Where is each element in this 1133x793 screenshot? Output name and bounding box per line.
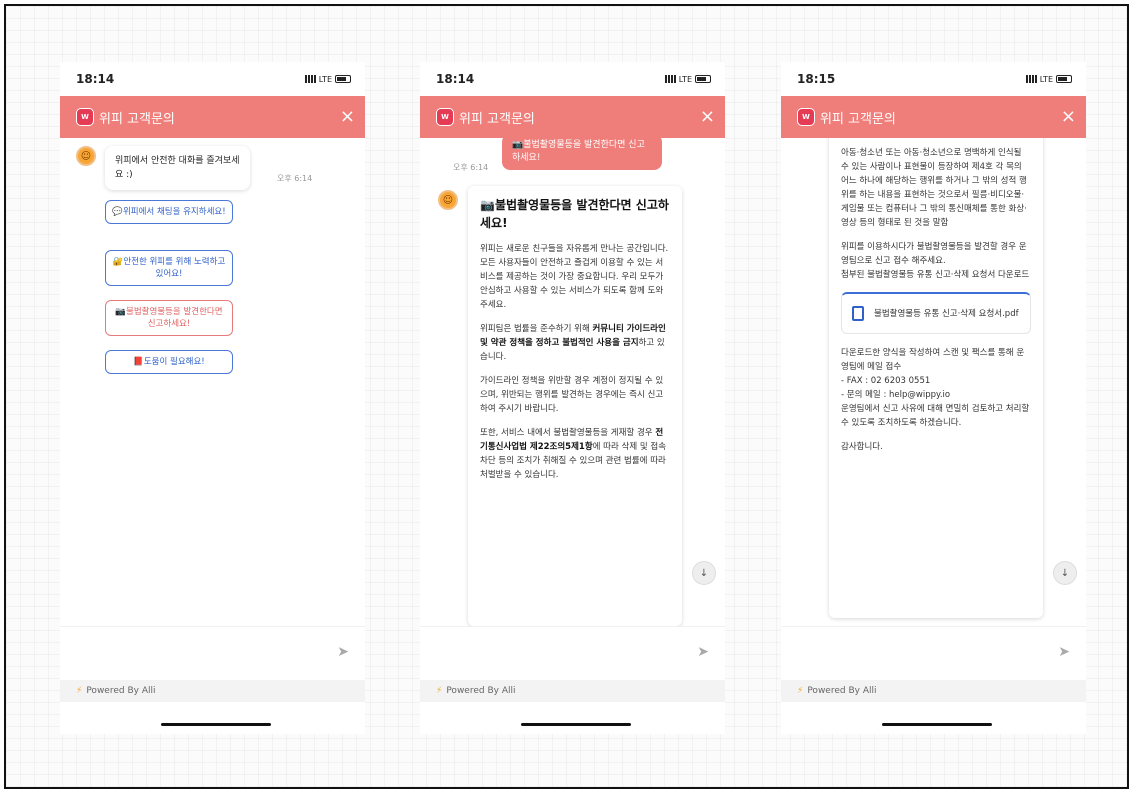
wippy-logo: W — [436, 108, 454, 126]
signal-icon: LTE — [304, 75, 351, 84]
card-paragraph: 가이드라인 정책을 위반할 경우 계정이 정지될 수 있으며, 위반되는 행위를… — [480, 376, 664, 414]
phone-screen-3: 18:15 LTE W 위피 고객문의 × 아동·청소년 또는 아동·청소년으로… — [781, 62, 1086, 734]
chat-header: W 위피 고객문의 × — [60, 96, 365, 138]
chat-title: 위피 고객문의 — [820, 111, 896, 127]
bolt-icon: ⚡ — [436, 686, 443, 696]
chat-title: 위피 고객문의 — [459, 111, 535, 127]
bot-info-card: 아동·청소년 또는 아동·청소년으로 명백하게 인식될 수 있는 사람이나 표현… — [829, 138, 1043, 618]
battery-icon — [335, 75, 351, 83]
chat-header: W 위피 고객문의 × — [420, 96, 725, 138]
mail-line: - 문의 메일 : help@wippy.io — [841, 390, 951, 400]
message-input[interactable]: ➤ — [420, 626, 725, 680]
phone-screen-2: 18:14 LTE W 위피 고객문의 × 📷불법촬영물등을 발견한다면 신고하… — [420, 62, 725, 734]
card-thanks: 감사합니다. — [841, 442, 883, 452]
signal-icon: LTE — [664, 75, 711, 84]
card-paragraph: 또한, 서비스 내에서 불법촬영물등을 게재할 경우 전기통신사업법 제22조의… — [480, 428, 667, 480]
close-icon[interactable]: × — [1061, 108, 1076, 126]
card-paragraph: 운영팀에서 신고 사유에 대해 면밀히 검토하고 처리할 수 있도록 조치하도록… — [841, 404, 1030, 428]
close-icon[interactable]: × — [700, 108, 715, 126]
bolt-icon: ⚡ — [76, 686, 83, 696]
sent-message: 📷불법촬영물등을 발견한다면 신고하세요! — [502, 138, 662, 170]
powered-text: Powered By Alli — [446, 686, 516, 696]
chat-header: W 위피 고객문의 × — [781, 96, 1086, 138]
powered-by: ⚡ Powered By Alli — [60, 680, 365, 702]
file-icon — [852, 306, 864, 321]
card-paragraph: 첨부된 불법촬영물등 유통 신고·삭제 요청서 다운로드 — [841, 270, 1030, 280]
card-paragraph: 위피를 이용하시다가 불법촬영물등을 발견할 경우 운영팀으로 신고 접수 해주… — [841, 242, 1027, 266]
scroll-down-icon[interactable]: ↓ — [1053, 561, 1077, 585]
phone-screen-1: 18:14 LTE W 위피 고객문의 × ☺ 위피에서 안전한 대화를 즐겨보… — [60, 62, 365, 734]
card-title: 📷불법촬영물등을 발견한다면 신고하세요! — [480, 198, 669, 230]
send-icon[interactable]: ➤ — [697, 644, 709, 660]
status-time: 18:14 — [436, 72, 475, 86]
send-icon[interactable]: ➤ — [337, 644, 349, 660]
card-paragraph: 아동·청소년 또는 아동·청소년으로 명백하게 인식될 수 있는 사람이나 표현… — [841, 148, 1027, 228]
bolt-icon: ⚡ — [797, 686, 804, 696]
quick-reply-report[interactable]: 📷불법촬영물등을 발견한다면 신고하세요! — [105, 300, 233, 336]
quick-reply-chat[interactable]: 💬위피에서 채팅을 유지하세요! — [105, 200, 233, 224]
battery-icon — [695, 75, 711, 83]
signal-icon: LTE — [1025, 75, 1072, 84]
status-time: 18:15 — [797, 72, 836, 86]
close-icon[interactable]: × — [340, 108, 355, 126]
message-time: 오후 6:14 — [453, 163, 489, 172]
fax-line: - FAX : 02 6203 0551 — [841, 376, 931, 386]
bot-avatar: ☺ — [76, 146, 96, 166]
bot-info-card: 📷불법촬영물등을 발견한다면 신고하세요! 위피는 새로운 친구들을 자유롭게 … — [468, 186, 682, 626]
file-attachment[interactable]: 불법촬영물등 유통 신고·삭제 요청서.pdf — [841, 292, 1031, 334]
bot-message: 위피에서 안전한 대화를 즐겨보세요 :) — [105, 146, 250, 190]
home-indicator[interactable] — [882, 723, 992, 726]
message-time: 오후 6:14 — [277, 174, 313, 183]
home-indicator[interactable] — [161, 723, 271, 726]
status-bar: 18:14 LTE — [60, 62, 365, 96]
quick-reply-help[interactable]: 📕도움이 필요해요! — [105, 350, 233, 374]
powered-by: ⚡ Powered By Alli — [420, 680, 725, 702]
chat-body[interactable]: 📷불법촬영물등을 발견한다면 신고하세요! 오후 6:14 ☺ 📷불법촬영물등을… — [420, 138, 725, 626]
message-input[interactable]: ➤ — [781, 626, 1086, 680]
bot-avatar: ☺ — [438, 190, 458, 210]
status-time: 18:14 — [76, 72, 115, 86]
status-bar: 18:14 LTE — [420, 62, 725, 96]
quick-reply-safety[interactable]: 🔐안전한 위피를 위해 노력하고 있어요! — [105, 250, 233, 286]
screenshot-frame: 18:14 LTE W 위피 고객문의 × ☺ 위피에서 안전한 대화를 즐겨보… — [4, 4, 1129, 789]
send-icon[interactable]: ➤ — [1058, 644, 1070, 660]
powered-text: Powered By Alli — [86, 686, 156, 696]
chat-body[interactable]: ☺ 위피에서 안전한 대화를 즐겨보세요 :) 오후 6:14 💬위피에서 채팅… — [60, 138, 365, 626]
battery-icon — [1056, 75, 1072, 83]
card-paragraph: 위피는 새로운 친구들을 자유롭게 만나는 공간입니다. 모든 사용자들이 안전… — [480, 244, 669, 310]
chat-body[interactable]: 아동·청소년 또는 아동·청소년으로 명백하게 인식될 수 있는 사람이나 표현… — [781, 138, 1086, 626]
message-input[interactable]: ➤ — [60, 626, 365, 680]
card-paragraph: 다운로드한 양식을 작성하여 스캔 및 팩스를 통해 운영팀에 메일 접수 — [841, 348, 1025, 372]
home-indicator[interactable] — [521, 723, 631, 726]
scroll-down-icon[interactable]: ↓ — [692, 561, 716, 585]
status-bar: 18:15 LTE — [781, 62, 1086, 96]
wippy-logo: W — [76, 108, 94, 126]
card-paragraph: 위피팀은 법률을 준수하기 위해 커뮤니티 가이드라인 및 약관 정책을 정하고… — [480, 324, 666, 362]
chat-title: 위피 고객문의 — [99, 111, 175, 127]
powered-text: Powered By Alli — [807, 686, 877, 696]
wippy-logo: W — [797, 108, 815, 126]
file-name: 불법촬영물등 유통 신고·삭제 요청서.pdf — [874, 308, 1019, 319]
powered-by: ⚡ Powered By Alli — [781, 680, 1086, 702]
